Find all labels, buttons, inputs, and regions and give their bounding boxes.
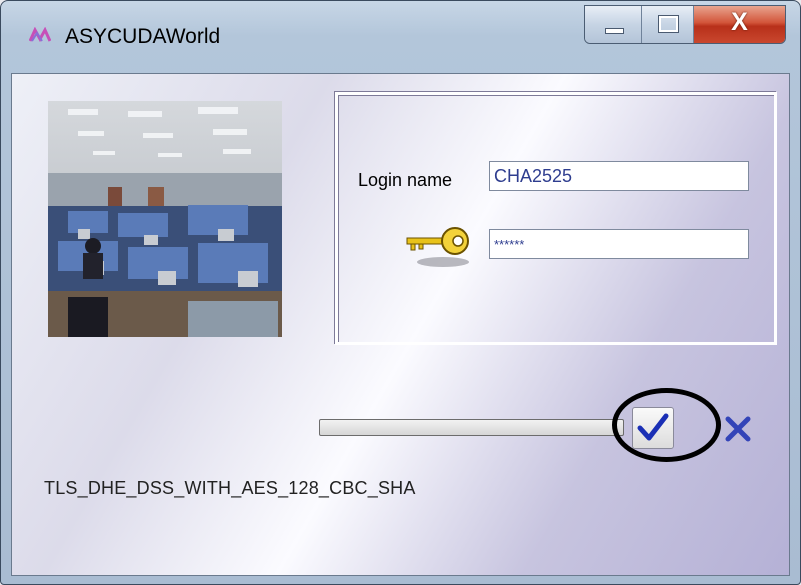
maximize-button[interactable]: [642, 6, 694, 43]
key-icon: [406, 227, 469, 267]
connection-progress-bar: [319, 419, 624, 436]
cipher-suite-label: TLS_DHE_DSS_WITH_AES_128_CBC_SHA: [44, 478, 416, 498]
cross-icon: [725, 416, 751, 442]
password-input[interactable]: [489, 229, 749, 259]
login-window: ASYCUDAWorld X Login name CHA2525 ******…: [0, 0, 801, 585]
minimize-button[interactable]: [585, 6, 642, 43]
cancel-button[interactable]: [720, 411, 756, 447]
asycuda-logo-icon: [29, 27, 51, 43]
checkmark-icon: [637, 413, 669, 441]
login-dialog-body: Login name TLS_DHE_DSS_WITH_AES_128_CBC_…: [11, 73, 790, 576]
login-name-label: Login name: [358, 170, 453, 190]
close-icon: X: [731, 8, 748, 36]
login-name-input[interactable]: [489, 161, 749, 191]
window-title: ASYCUDAWorld: [65, 25, 221, 48]
ok-button[interactable]: [632, 407, 674, 449]
title-bar[interactable]: ASYCUDAWorld X: [1, 1, 800, 73]
close-button[interactable]: X: [694, 6, 785, 43]
office-photo: [48, 101, 282, 337]
login-panel: [335, 92, 777, 345]
window-controls: X: [584, 5, 786, 44]
